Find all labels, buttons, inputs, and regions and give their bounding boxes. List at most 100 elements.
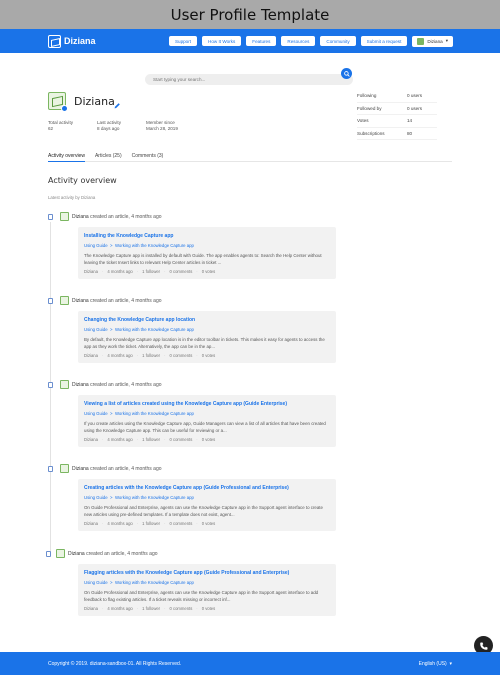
crumb-category[interactable]: Using Guide [84, 411, 108, 416]
top-nav: Support How It Works Features Resources … [168, 35, 453, 47]
article-title[interactable]: Viewing a list of articles created using… [84, 401, 330, 408]
nav-resources[interactable]: Resources [281, 36, 316, 46]
crumb-separator: > [110, 327, 113, 332]
author-avatar [60, 212, 69, 221]
meta-date: 4 months ago [107, 437, 133, 443]
document-icon [48, 298, 53, 304]
meta-date: 4 months ago [107, 353, 133, 359]
activity-item: Diziana created an article, 4 months ago… [48, 464, 338, 532]
crumb-category[interactable]: Using Guide [84, 327, 108, 332]
activity-author[interactable]: Diziana [72, 214, 89, 220]
side-stat-value: 14 [407, 118, 413, 124]
side-stat-label: Following [357, 93, 377, 99]
document-icon [48, 214, 53, 220]
side-stat-following: Following 0 users [357, 90, 437, 103]
crumb-section[interactable]: Working with the Knowledge Capture app [115, 495, 194, 500]
article-excerpt: If you create articles using the Knowled… [84, 421, 326, 434]
search-bar [145, 68, 353, 85]
article-card: Creating articles with the Knowledge Cap… [78, 479, 336, 532]
chevron-down-icon: ▾ [445, 38, 448, 43]
article-breadcrumb: Using Guide > Working with the Knowledge… [84, 495, 330, 501]
side-stat-label: Followed by [357, 105, 382, 111]
crumb-category[interactable]: Using Guide [84, 243, 108, 248]
side-stat-followed-by: Followed by 0 users [357, 103, 437, 115]
side-stat-subscriptions: Subscriptions 80 [357, 128, 437, 140]
nav-community[interactable]: Community [320, 36, 356, 46]
user-menu-button[interactable]: Diziana ▾ [412, 35, 453, 47]
activity-text: Diziana created an article, 4 months ago [68, 551, 158, 557]
crumb-separator: > [110, 243, 113, 248]
meta-followers: 1 follower [142, 606, 161, 612]
author-avatar [60, 464, 69, 473]
meta-votes: 0 votes [201, 437, 216, 443]
stat-value: 8 days ago [97, 126, 120, 131]
crumb-section[interactable]: Working with the Knowledge Capture app [115, 580, 194, 585]
activity-action: created an article, 4 months ago [90, 382, 162, 388]
meta-author: Diziana [84, 353, 98, 359]
activity-author[interactable]: Diziana [68, 551, 85, 557]
language-selector[interactable]: English (US) ▾ [419, 661, 452, 667]
side-stat-label: Subscriptions [357, 130, 385, 136]
profile-avatar [48, 92, 68, 112]
article-meta: Diziana · 4 months ago · 1 follower · 0 com… [84, 269, 216, 275]
article-excerpt: By default, the Knowledge Capture app lo… [84, 337, 325, 350]
side-stat-value: 80 [407, 130, 413, 136]
author-avatar [60, 380, 69, 389]
meta-votes: 0 votes [201, 521, 216, 527]
nav-submit-request[interactable]: Submit a request [360, 36, 408, 46]
nav-features[interactable]: Features [246, 36, 277, 46]
side-stat-votes: Votes 14 [357, 115, 437, 128]
tab-comments[interactable]: Comments (3) [132, 150, 164, 162]
nav-support[interactable]: Support [168, 36, 198, 46]
meta-author: Diziana [84, 606, 98, 612]
tab-articles[interactable]: Articles (25) [95, 150, 122, 162]
side-stat-value: 0 users [407, 105, 423, 111]
crumb-category[interactable]: Using Guide [84, 580, 108, 585]
stat-value: March 28, 2019 [146, 126, 178, 131]
activity-item: Diziana created an article, 4 months ago… [48, 380, 338, 448]
article-excerpt: On Guide Professional and Enterprise, ag… [84, 505, 323, 518]
author-avatar [56, 549, 65, 558]
brand-name: Diziana [64, 36, 96, 46]
tab-activity-overview[interactable]: Activity overview [48, 150, 85, 162]
nav-how-it-works[interactable]: How It Works [202, 36, 242, 46]
brand-logo[interactable]: Diziana [48, 34, 96, 48]
article-breadcrumb: Using Guide > Working with the Knowledge… [84, 327, 330, 333]
activity-text: Diziana created an article, 4 months ago [72, 298, 162, 304]
activity-action: created an article, 4 months ago [90, 466, 162, 472]
article-title[interactable]: Flagging articles with the Knowledge Cap… [84, 570, 330, 577]
activity-author[interactable]: Diziana [72, 298, 89, 304]
activity-author[interactable]: Diziana [72, 382, 89, 388]
activity-text: Diziana created an article, 4 months ago [72, 382, 162, 388]
author-avatar [60, 296, 69, 305]
crumb-section[interactable]: Working with the Knowledge Capture app [115, 411, 194, 416]
footer-copyright: Copyright © 2019. diziana-sandbox-01. Al… [48, 660, 182, 667]
crumb-section[interactable]: Working with the Knowledge Capture app [115, 243, 194, 248]
article-breadcrumb: Using Guide > Working with the Knowledge… [84, 243, 330, 249]
meta-followers: 1 follower [142, 437, 161, 443]
article-card: Installing the Knowledge Capture app Usi… [78, 227, 336, 280]
pencil-icon[interactable] [113, 97, 121, 115]
meta-followers: 1 follower [142, 353, 161, 359]
meta-followers: 1 follower [142, 521, 161, 527]
side-stat-value: 0 users [407, 93, 423, 99]
crumb-section[interactable]: Working with the Knowledge Capture app [115, 327, 194, 332]
profile-stats: Total activity 62 Last activity 8 days a… [48, 120, 195, 132]
article-title[interactable]: Creating articles with the Knowledge Cap… [84, 485, 330, 492]
article-title[interactable]: Changing the Knowledge Capture app locat… [84, 317, 330, 324]
side-stats: Following 0 users Followed by 0 users Vo… [357, 90, 437, 140]
activity-action: created an article, 4 months ago [90, 214, 162, 220]
article-meta: Diziana · 4 months ago · 1 follower · 0 com… [84, 521, 216, 527]
user-menu-label: Diziana [427, 38, 443, 44]
crumb-category[interactable]: Using Guide [84, 495, 108, 500]
activity-author[interactable]: Diziana [72, 466, 89, 472]
site-header: Diziana Support How It Works Features Re… [0, 29, 500, 53]
article-card: Viewing a list of articles created using… [78, 395, 336, 448]
crumb-separator: > [110, 580, 113, 585]
section-subtitle: Latest activity by Diziana [48, 195, 96, 200]
logo-icon [48, 34, 61, 48]
search-input[interactable] [145, 74, 353, 85]
article-meta: Diziana · 4 months ago · 1 follower · 0 com… [84, 606, 216, 612]
search-button[interactable] [341, 68, 352, 79]
article-title[interactable]: Installing the Knowledge Capture app [84, 233, 330, 240]
